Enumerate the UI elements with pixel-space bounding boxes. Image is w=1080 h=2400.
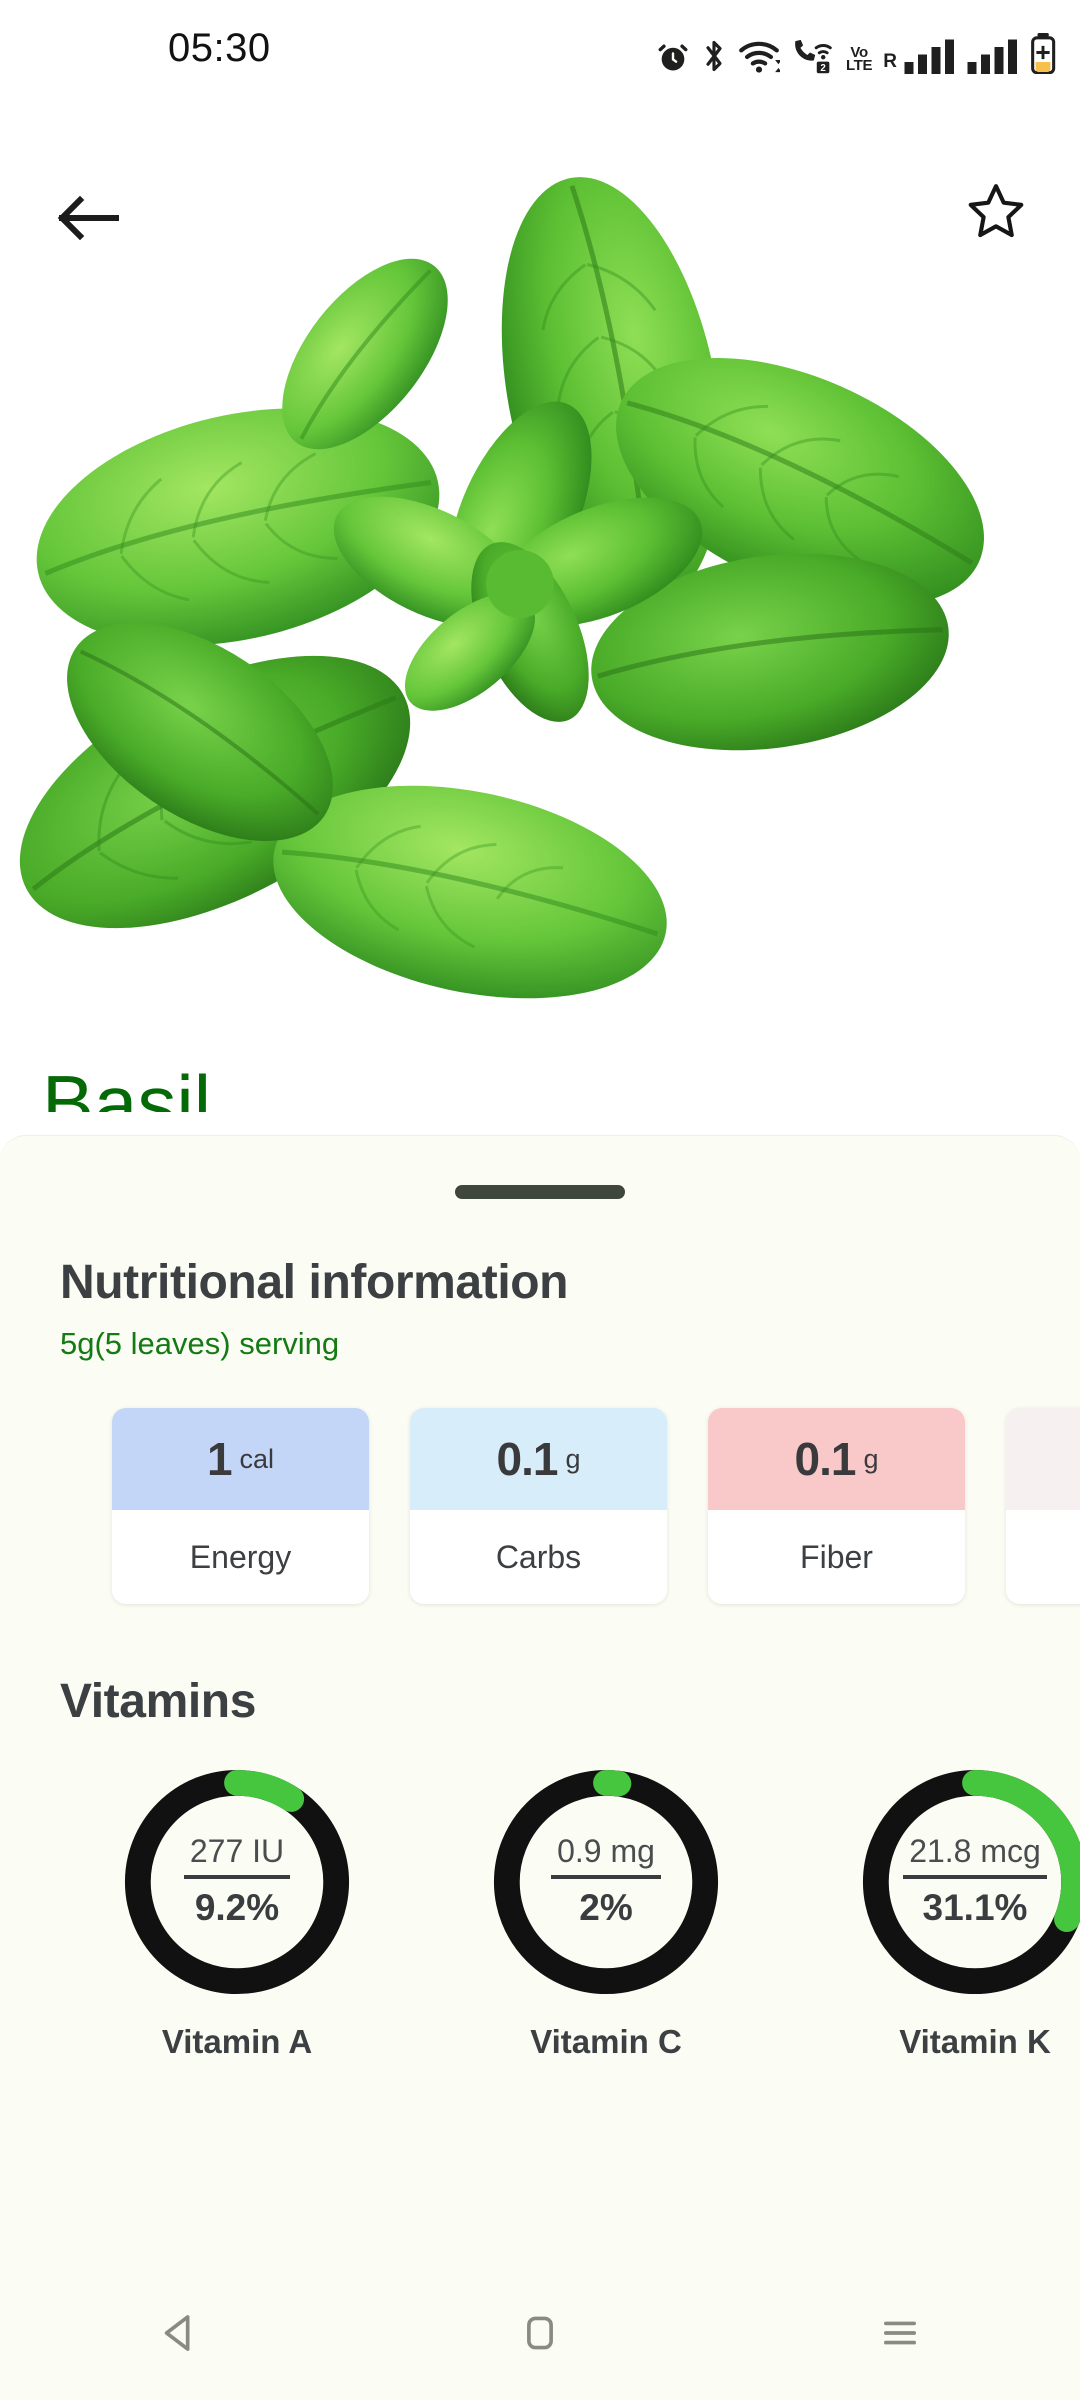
section-title-vitamins: Vitamins bbox=[60, 1675, 256, 1728]
volte-bottom-label: LTE bbox=[845, 57, 873, 74]
nutrient-card-partial[interactable] bbox=[1006, 1408, 1080, 1604]
basil-plant-image bbox=[19, 177, 984, 999]
status-bar-icons: 2 Vo LTE R bbox=[656, 32, 1056, 74]
nutrient-card-value-area: 1 cal bbox=[112, 1408, 369, 1510]
section-title-nutritional-information: Nutritional information bbox=[60, 1256, 569, 1309]
nutrient-card-label-area: Carbs bbox=[410, 1510, 667, 1604]
signal-icon bbox=[967, 39, 1017, 74]
nutrient-card-label-area bbox=[1006, 1510, 1080, 1604]
nav-back-icon bbox=[164, 2314, 190, 2351]
nutrient-unit: g bbox=[565, 1443, 581, 1474]
status-bar: 05:30 2 Vo LTE R bbox=[0, 0, 1080, 92]
roaming-label: R bbox=[883, 51, 897, 72]
vitamin-name: Vitamin K bbox=[899, 2023, 1051, 2060]
nutrient-card-label-area: Energy bbox=[112, 1510, 369, 1604]
nutrient-card-fiber[interactable]: 0.1 g Fiber bbox=[708, 1408, 965, 1604]
nav-recents-button[interactable] bbox=[825, 2278, 975, 2388]
vitamin-percent: 2% bbox=[579, 1886, 633, 1928]
nutrient-card-value-area: 0.1 g bbox=[410, 1408, 667, 1510]
nutrient-card-label-area: Fiber bbox=[708, 1510, 965, 1604]
nutrient-card-carbs[interactable]: 0.1 g Carbs bbox=[410, 1408, 667, 1604]
sheet-drag-handle[interactable] bbox=[455, 1185, 625, 1199]
vitamin-name: Vitamin A bbox=[161, 2023, 313, 2060]
star-outline-icon bbox=[968, 184, 1024, 238]
hero-image-area: Basil bbox=[0, 92, 1080, 1112]
nav-home-icon bbox=[527, 2316, 553, 2349]
volte-icon: Vo LTE bbox=[845, 45, 873, 74]
vitamin-amount: 21.8 mcg bbox=[903, 1835, 1047, 1879]
nutrient-value: 1 bbox=[206, 1433, 233, 1485]
back-button[interactable] bbox=[40, 170, 136, 266]
vitamin-name: Vitamin C bbox=[530, 2023, 682, 2060]
status-bar-clock: 05:30 bbox=[168, 26, 271, 70]
roaming-signal-icon bbox=[904, 39, 954, 74]
vitamin-amount: 0.9 mg bbox=[551, 1835, 661, 1879]
vitamin-amount: 277 IU bbox=[183, 1835, 291, 1879]
serving-size-label: 5g(5 leaves) serving bbox=[60, 1326, 340, 1361]
wifi-icon bbox=[739, 41, 780, 73]
nutrient-cards-scroller[interactable]: 1 cal Energy 0.1 g Carbs 0.1 g Fiber bbox=[0, 1408, 1080, 1608]
vitamin-percent: 9.2% bbox=[194, 1886, 280, 1928]
nutrient-label: Fiber bbox=[800, 1538, 873, 1575]
sim-badge-number: 2 bbox=[820, 63, 826, 74]
vitamin-percent: 31.1% bbox=[922, 1886, 1028, 1928]
nutrient-value: 0.1 bbox=[496, 1433, 559, 1485]
nav-back-button[interactable] bbox=[105, 2278, 255, 2388]
nutrient-value: 0.1 bbox=[794, 1433, 857, 1485]
nutrient-unit: cal bbox=[239, 1443, 275, 1474]
vitamin-ring-c[interactable]: 0.9 mg 2% Vitamin C bbox=[487, 1763, 725, 2061]
vitamin-ring-k[interactable]: 21.8 mcg 31.1% Vitamin K bbox=[856, 1763, 1080, 2061]
nutrient-label: Energy bbox=[189, 1538, 292, 1575]
page-title: Basil bbox=[42, 1059, 212, 1112]
bluetooth-icon bbox=[706, 40, 722, 72]
vitamin-ring-a[interactable]: 277 IU 9.2% Vitamin A bbox=[118, 1763, 356, 2061]
vitamin-ring-text: 277 IU 9.2% bbox=[118, 1763, 356, 2001]
nutrition-sheet: Nutritional information 5g(5 leaves) ser… bbox=[0, 1135, 1080, 2265]
nav-home-button[interactable] bbox=[465, 2278, 615, 2388]
wifi-calling-sim2-icon: 2 bbox=[795, 39, 832, 74]
favorite-button[interactable] bbox=[948, 164, 1044, 260]
nutrient-card-value-area: 0.1 g bbox=[708, 1408, 965, 1510]
nutrient-card-value-area bbox=[1006, 1408, 1080, 1510]
phone-screen: 05:30 2 Vo LTE R Basil Nutritional infor… bbox=[0, 0, 1080, 2400]
alarm-icon bbox=[658, 44, 688, 71]
android-nav-bar bbox=[0, 2265, 1080, 2400]
nutrient-card-energy[interactable]: 1 cal Energy bbox=[112, 1408, 369, 1604]
battery-charging-icon bbox=[1031, 32, 1056, 74]
nutrient-unit: g bbox=[863, 1443, 879, 1474]
nutrient-label: Carbs bbox=[495, 1538, 582, 1575]
vitamin-ring-text: 0.9 mg 2% bbox=[487, 1763, 725, 2001]
nav-recents-icon bbox=[883, 2321, 917, 2344]
vitamins-scroller[interactable]: 277 IU 9.2% Vitamin A 0.9 mg 2% Vitamin … bbox=[0, 1763, 1080, 2073]
vitamin-ring-text: 21.8 mcg 31.1% bbox=[856, 1763, 1080, 2001]
back-arrow-icon bbox=[57, 195, 119, 241]
